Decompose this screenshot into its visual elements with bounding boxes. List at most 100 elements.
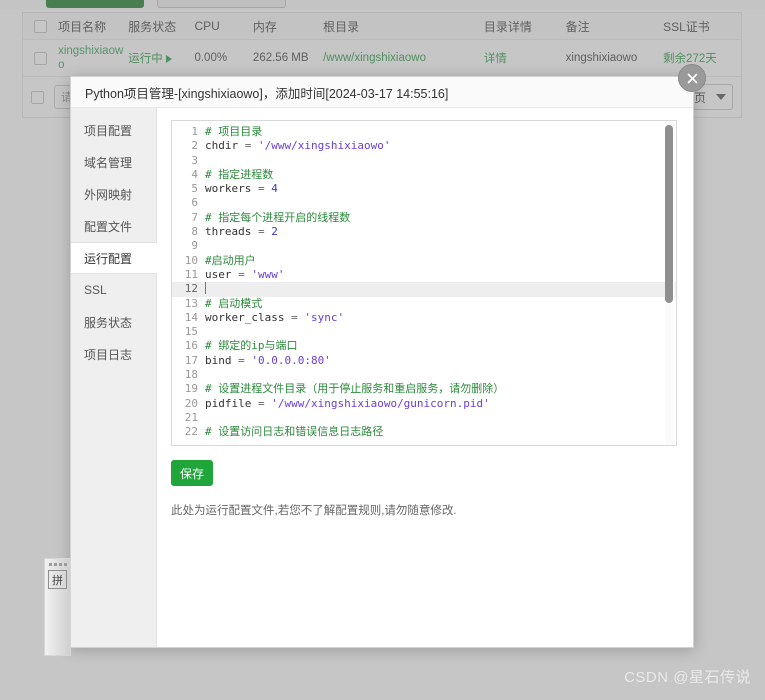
code-token: worker_class (205, 310, 292, 324)
sidebar-label: 域名管理 (84, 155, 133, 170)
code-line-text[interactable]: worker_class = 'sync' (205, 311, 344, 325)
code-line-text[interactable]: chdir = '/www/xingshixiaowo' (205, 139, 390, 153)
code-line[interactable]: 11 user = 'www' (172, 268, 676, 282)
sidebar-item-port-mapping[interactable]: 外网映射 (71, 178, 156, 210)
sidebar-item-project-log[interactable]: 项目日志 (71, 338, 156, 370)
code-lines[interactable]: 1 # 项目目录 2 chdir = '/www/xingshixiaowo' 3 4 # … (172, 121, 676, 440)
code-line[interactable]: 4 # 指定进程数 (172, 168, 676, 182)
sidebar-label: 服务状态 (84, 315, 133, 330)
line-number: 17 (184, 353, 198, 367)
code-line-text[interactable]: user = 'www' (205, 268, 285, 282)
code-line-text[interactable]: # 绑定的ip与端口 (205, 339, 298, 353)
editor-scrollbar-thumb[interactable] (665, 125, 673, 303)
code-token: = (291, 310, 305, 324)
handle-dot (48, 563, 52, 566)
code-line[interactable]: 14 worker_class = 'sync' (172, 311, 676, 325)
sidebar-label: SSL (84, 283, 107, 297)
code-token: # 设置进程文件目录（用于停止服务和重启服务，请勿删除） (205, 382, 505, 396)
code-line-text[interactable]: bind = '0.0.0.0:80' (205, 354, 331, 368)
code-line[interactable]: 15 (172, 325, 676, 339)
sidebar-item-domain[interactable]: 域名管理 (71, 146, 156, 178)
close-icon[interactable] (678, 64, 706, 92)
modal-title: Python项目管理-[xingshixiaowo]，添加时间[2024-03-… (85, 86, 449, 101)
code-token: chdir (205, 139, 245, 153)
sidebar-item-run-config[interactable]: 运行配置 (71, 242, 157, 274)
code-line[interactable]: 2 chdir = '/www/xingshixiaowo' (172, 139, 676, 153)
config-hint-text: 此处为运行配置文件,若您不了解配置规则,请勿随意修改. (171, 505, 457, 517)
code-line-text[interactable]: threads = 2 (205, 225, 278, 239)
line-number: 8 (191, 225, 198, 239)
code-line-text[interactable]: # 指定每个进程开启的线程数 (205, 211, 350, 225)
code-token: '0.0.0.0:80' (251, 353, 331, 367)
code-line-text[interactable]: # 设置进程文件目录（用于停止服务和重启服务，请勿删除） (205, 382, 504, 396)
ime-drag-handle[interactable] (45, 559, 70, 566)
editor-scrollbar-track[interactable] (665, 122, 675, 445)
line-number: 14 (184, 310, 198, 324)
code-line[interactable]: 8 threads = 2 (172, 225, 676, 239)
code-line-text[interactable]: # 项目目录 (205, 125, 262, 139)
code-line[interactable]: 12 (172, 282, 676, 297)
code-line[interactable]: 20 pidfile = '/www/xingshixiaowo/gunicorn… (172, 397, 676, 411)
line-number: 11 (184, 267, 198, 281)
sidebar-item-project-config[interactable]: 项目配置 (71, 114, 156, 146)
sidebar-item-ssl[interactable]: SSL (71, 274, 156, 306)
line-number: 13 (184, 296, 198, 310)
sidebar-label: 外网映射 (84, 187, 133, 202)
code-line[interactable]: 1 # 项目目录 (172, 125, 676, 139)
code-token: 'sync' (304, 310, 345, 324)
code-line-text[interactable]: # 指定进程数 (205, 168, 273, 182)
save-button[interactable]: 保存 (171, 460, 213, 486)
code-token: '/www/xingshixiaowo/gunicorn.pid' (271, 396, 490, 410)
ime-mode-button[interactable]: 拼 (48, 570, 67, 589)
code-token: = (257, 396, 272, 410)
line-number: 22 (184, 425, 198, 439)
line-number: 6 (191, 196, 198, 210)
code-line-text[interactable]: workers = 4 (205, 182, 278, 196)
code-line[interactable]: 13 # 启动模式 (172, 297, 676, 311)
code-line[interactable]: 7 # 指定每个进程开启的线程数 (172, 211, 676, 225)
code-token: '/www/xingshixiaowo' (258, 139, 391, 153)
code-token: threads (205, 225, 258, 239)
code-token: # 设置访问日志和错误信息日志路径 (205, 425, 384, 439)
sidebar-item-config-file[interactable]: 配置文件 (71, 210, 156, 242)
code-token: 4 (271, 182, 278, 196)
handle-dot (58, 563, 62, 566)
screen: 项目名称 服务状态 CPU 内存 根目录 目录详情 备注 SSL证书 xings… (0, 0, 765, 700)
config-code-editor[interactable]: 1 # 项目目录 2 chdir = '/www/xingshixiaowo' 3 4 # … (171, 120, 677, 446)
modal-body: 项目配置 域名管理 外网映射 配置文件 运行配置 SSL 服务状态 项目日志 1… (71, 108, 693, 647)
line-number: 9 (191, 239, 198, 253)
code-line-text[interactable]: pidfile = '/www/xingshixiaowo/gunicorn.p… (205, 397, 490, 411)
code-line[interactable]: 3 (172, 154, 676, 168)
code-token: # 指定每个进程开启的线程数 (205, 210, 351, 224)
sidebar-label: 配置文件 (84, 219, 133, 234)
handle-dot (63, 563, 67, 566)
code-token: # 指定进程数 (205, 167, 274, 181)
code-line[interactable]: 19 # 设置进程文件目录（用于停止服务和重启服务，请勿删除） (172, 382, 676, 396)
code-line[interactable]: 22 # 设置访问日志和错误信息日志路径 (172, 425, 676, 439)
code-line[interactable]: 9 (172, 239, 676, 253)
code-line[interactable]: 10 #启动用户 (172, 254, 676, 268)
code-line[interactable]: 6 (172, 196, 676, 210)
code-token: = (244, 139, 258, 153)
code-line-text[interactable]: # 设置访问日志和错误信息日志路径 (205, 425, 383, 439)
code-line[interactable]: 18 (172, 368, 676, 382)
line-number: 19 (184, 382, 198, 396)
ime-toolbar[interactable]: 拼 (44, 558, 71, 656)
code-line[interactable]: 21 (172, 411, 676, 425)
code-line-text[interactable] (205, 282, 206, 296)
line-number: 18 (184, 368, 198, 382)
code-line-text[interactable]: # 启动模式 (205, 297, 262, 311)
line-number: 3 (191, 153, 198, 167)
code-token: = (238, 353, 252, 367)
line-number: 2 (191, 139, 198, 153)
code-line-text[interactable]: #启动用户 (205, 254, 256, 268)
sidebar-item-service-status[interactable]: 服务状态 (71, 306, 156, 338)
handle-dot (53, 563, 57, 566)
code-token: user (205, 267, 239, 281)
code-token: workers (205, 182, 258, 196)
code-line[interactable]: 5 workers = 4 (172, 182, 676, 196)
python-project-modal: Python项目管理-[xingshixiaowo]，添加时间[2024-03-… (70, 64, 706, 648)
code-token: bind (205, 353, 239, 367)
code-line[interactable]: 17 bind = '0.0.0.0:80' (172, 354, 676, 368)
code-line[interactable]: 16 # 绑定的ip与端口 (172, 339, 676, 353)
